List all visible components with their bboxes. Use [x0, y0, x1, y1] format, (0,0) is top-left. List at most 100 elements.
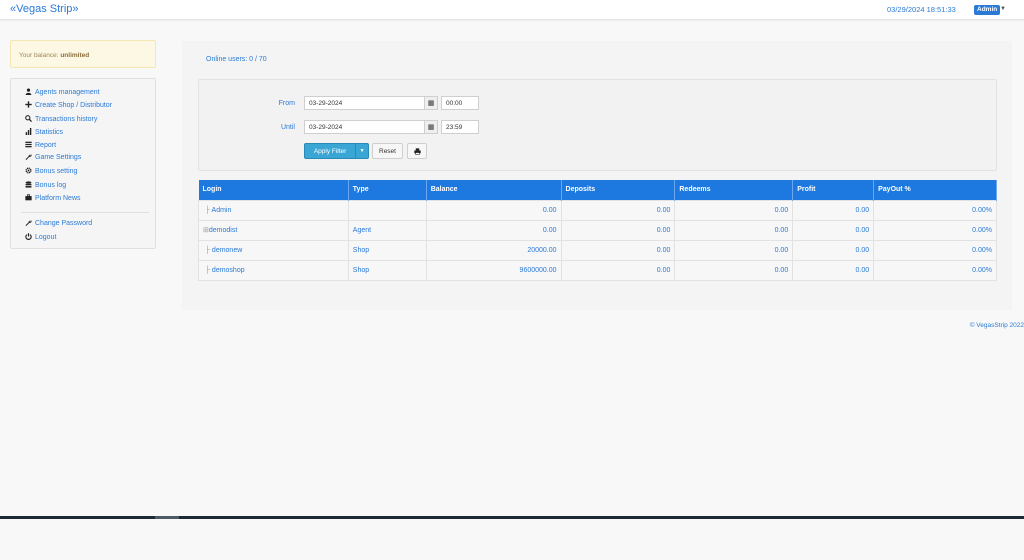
- type-cell: Shop: [347, 259, 427, 281]
- sidebar-item-report[interactable]: Report: [24, 140, 56, 150]
- table-row: ⊞demodist Agent 0.00 0.00 0.00 0.00 0.00…: [198, 219, 997, 241]
- profit-cell: 0.00: [792, 259, 875, 281]
- briefcase-icon: [24, 193, 32, 203]
- profit-cell: 0.00: [792, 219, 875, 241]
- sidebar-item-change-password[interactable]: Change Password: [24, 218, 92, 228]
- login-cell[interactable]: ├ Admin: [198, 199, 349, 221]
- balance-cell: 0.00: [425, 199, 562, 221]
- redeems-cell: 0.00: [674, 219, 794, 241]
- brand-link[interactable]: «Vegas Strip»: [10, 3, 79, 15]
- sidebar-item-bonus-log[interactable]: Bonus log: [24, 180, 66, 190]
- redeems-cell: 0.00: [674, 199, 794, 221]
- stack-icon: [24, 180, 32, 190]
- tree-branch-icon: ├: [205, 246, 210, 254]
- caret-down-icon[interactable]: ▼: [1000, 6, 1006, 12]
- sidebar-item-label: Statistics: [35, 128, 64, 136]
- caret-down-icon[interactable]: ▼: [355, 144, 368, 158]
- table-header-row: Login Type Balance Deposits Redeems Prof…: [198, 180, 997, 200]
- sidebar-item-platform-news[interactable]: Platform News: [24, 193, 81, 203]
- sidebar-item-label: Bonus setting: [35, 167, 78, 175]
- until-date-input[interactable]: [304, 120, 425, 134]
- redeems-cell: 0.00: [674, 239, 794, 261]
- sidebar-item-game-settings[interactable]: Game Settings: [24, 152, 81, 162]
- bottom-bar: [0, 516, 1024, 519]
- apply-filter-button[interactable]: Apply Filter ▼: [304, 143, 369, 159]
- calendar-icon[interactable]: ▦: [424, 120, 438, 134]
- calendar-icon[interactable]: ▦: [424, 96, 438, 110]
- until-time-input[interactable]: [441, 120, 479, 134]
- sidebar-item-label: Report: [35, 141, 57, 149]
- column-header-payout[interactable]: PayOut %: [873, 180, 997, 200]
- print-button[interactable]: [407, 143, 427, 159]
- online-users-link[interactable]: Online users: 0 / 70: [206, 56, 267, 63]
- sidebar-item-label: Agents management: [35, 88, 100, 96]
- login-cell[interactable]: ├ demonew: [198, 239, 349, 261]
- print-icon: [413, 147, 421, 155]
- login-link[interactable]: demodist: [209, 227, 237, 234]
- profit-cell: 0.00: [792, 199, 875, 221]
- column-header-login[interactable]: Login: [198, 180, 349, 200]
- bar-chart-icon: [24, 127, 32, 137]
- server-datetime: 03/29/2024 18:51:33: [887, 5, 956, 14]
- agents-table: Login Type Balance Deposits Redeems Prof…: [198, 180, 997, 281]
- list-icon: [24, 141, 32, 150]
- sidebar-item-create-shop[interactable]: Create Shop / Distributor: [24, 100, 112, 110]
- sidebar-item-label: Create Shop / Distributor: [35, 101, 113, 109]
- from-label: From: [278, 100, 295, 107]
- type-cell: Shop: [347, 239, 427, 261]
- gear-icon: [24, 166, 32, 176]
- column-header-profit[interactable]: Profit: [792, 180, 875, 200]
- footer-copyright: © VegasStrip 2022: [969, 322, 1024, 329]
- login-cell[interactable]: ├ demoshop: [198, 259, 349, 281]
- balance-cell: 0.00: [425, 219, 562, 241]
- sidebar-item-label: Platform News: [35, 194, 81, 202]
- deposits-cell: 0.00: [560, 239, 676, 261]
- table-row: ├ demonew Shop 20000.00 0.00 0.00 0.00 0…: [198, 239, 997, 261]
- wrench-icon: [24, 153, 32, 162]
- deposits-cell: 0.00: [560, 259, 676, 281]
- until-label: Until: [280, 124, 295, 131]
- reset-button[interactable]: Reset: [372, 143, 403, 159]
- balance-cell: 9600000.00: [425, 259, 562, 281]
- from-time-input[interactable]: [441, 96, 479, 110]
- type-cell: [347, 199, 427, 221]
- wrench-icon: [24, 219, 32, 228]
- sidebar-item-bonus-setting[interactable]: Bonus setting: [24, 166, 77, 176]
- power-icon: [24, 232, 32, 242]
- apply-filter-label: Apply Filter: [313, 147, 347, 155]
- sidebar-item-agents-management[interactable]: Agents management: [24, 87, 100, 97]
- balance-value: unlimited: [60, 52, 90, 59]
- login-link[interactable]: demonew: [212, 247, 242, 254]
- balance-label: Your balance:: [19, 52, 59, 59]
- deposits-cell: 0.00: [560, 199, 676, 221]
- sidebar-item-logout[interactable]: Logout: [24, 232, 56, 242]
- login-link[interactable]: demoshop: [212, 267, 245, 274]
- sidebar-item-label: Bonus log: [35, 181, 67, 189]
- column-header-balance[interactable]: Balance: [426, 180, 562, 200]
- bottom-bar-segment: [155, 516, 179, 519]
- column-header-deposits[interactable]: Deposits: [561, 180, 676, 200]
- payout-cell: 0.00%: [873, 239, 997, 261]
- login-cell[interactable]: ⊞demodist: [198, 219, 349, 241]
- login-link[interactable]: Admin: [212, 207, 232, 214]
- sidebar-item-label: Game Settings: [35, 153, 82, 161]
- table-row: ├ demoshop Shop 9600000.00 0.00 0.00 0.0…: [198, 259, 997, 281]
- balance-cell: 20000.00: [425, 239, 562, 261]
- user-menu-badge[interactable]: Admin: [974, 5, 1001, 15]
- filter-panel: From ▦ Until ▦ Apply Filter ▼ Reset: [198, 79, 997, 171]
- from-date-input[interactable]: [304, 96, 425, 110]
- table-row: ├ Admin 0.00 0.00 0.00 0.00 0.00%: [198, 199, 997, 221]
- sidebar-item-statistics[interactable]: Statistics: [24, 127, 63, 137]
- payout-cell: 0.00%: [873, 259, 997, 281]
- type-cell: Agent: [347, 219, 427, 241]
- top-navbar: «Vegas Strip» 03/29/2024 18:51:33 Admin …: [0, 0, 1024, 20]
- sidebar-item-label: Change Password: [35, 219, 93, 227]
- sidebar-divider: [21, 212, 149, 213]
- plus-icon: [24, 100, 32, 110]
- search-icon: [24, 114, 32, 124]
- tree-branch-icon: ├: [205, 266, 210, 274]
- balance-alert: Your balance: unlimited: [10, 40, 156, 68]
- column-header-type[interactable]: Type: [348, 180, 427, 200]
- column-header-redeems[interactable]: Redeems: [674, 180, 794, 200]
- sidebar-item-transactions-history[interactable]: Transactions history: [24, 114, 97, 124]
